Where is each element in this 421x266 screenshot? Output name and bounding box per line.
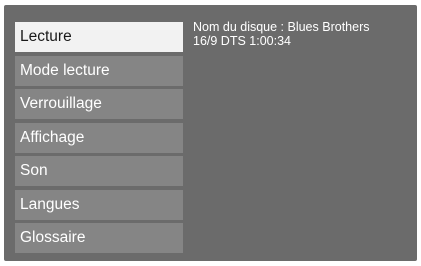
disc-name-text: Nom du disque : Blues Brothers — [193, 20, 370, 34]
menu-item-mode-lecture[interactable]: Mode lecture — [15, 55, 183, 86]
osd-screen: Lecture Mode lecture Verrouillage Affich… — [4, 5, 417, 261]
menu-item-son[interactable]: Son — [15, 156, 183, 186]
settings-menu: Lecture Mode lecture Verrouillage Affich… — [15, 22, 183, 257]
menu-item-lecture[interactable]: Lecture — [15, 22, 183, 52]
menu-item-verrouillage[interactable]: Verrouillage — [15, 89, 183, 119]
menu-item-glossaire[interactable]: Glossaire — [15, 223, 183, 253]
disc-format-time-text: 16/9 DTS 1:00:34 — [193, 34, 291, 48]
disc-info-panel: Nom du disque : Blues Brothers 16/9 DTS … — [193, 20, 415, 48]
menu-item-langues[interactable]: Langues — [15, 189, 183, 220]
menu-item-affichage[interactable]: Affichage — [15, 122, 183, 153]
